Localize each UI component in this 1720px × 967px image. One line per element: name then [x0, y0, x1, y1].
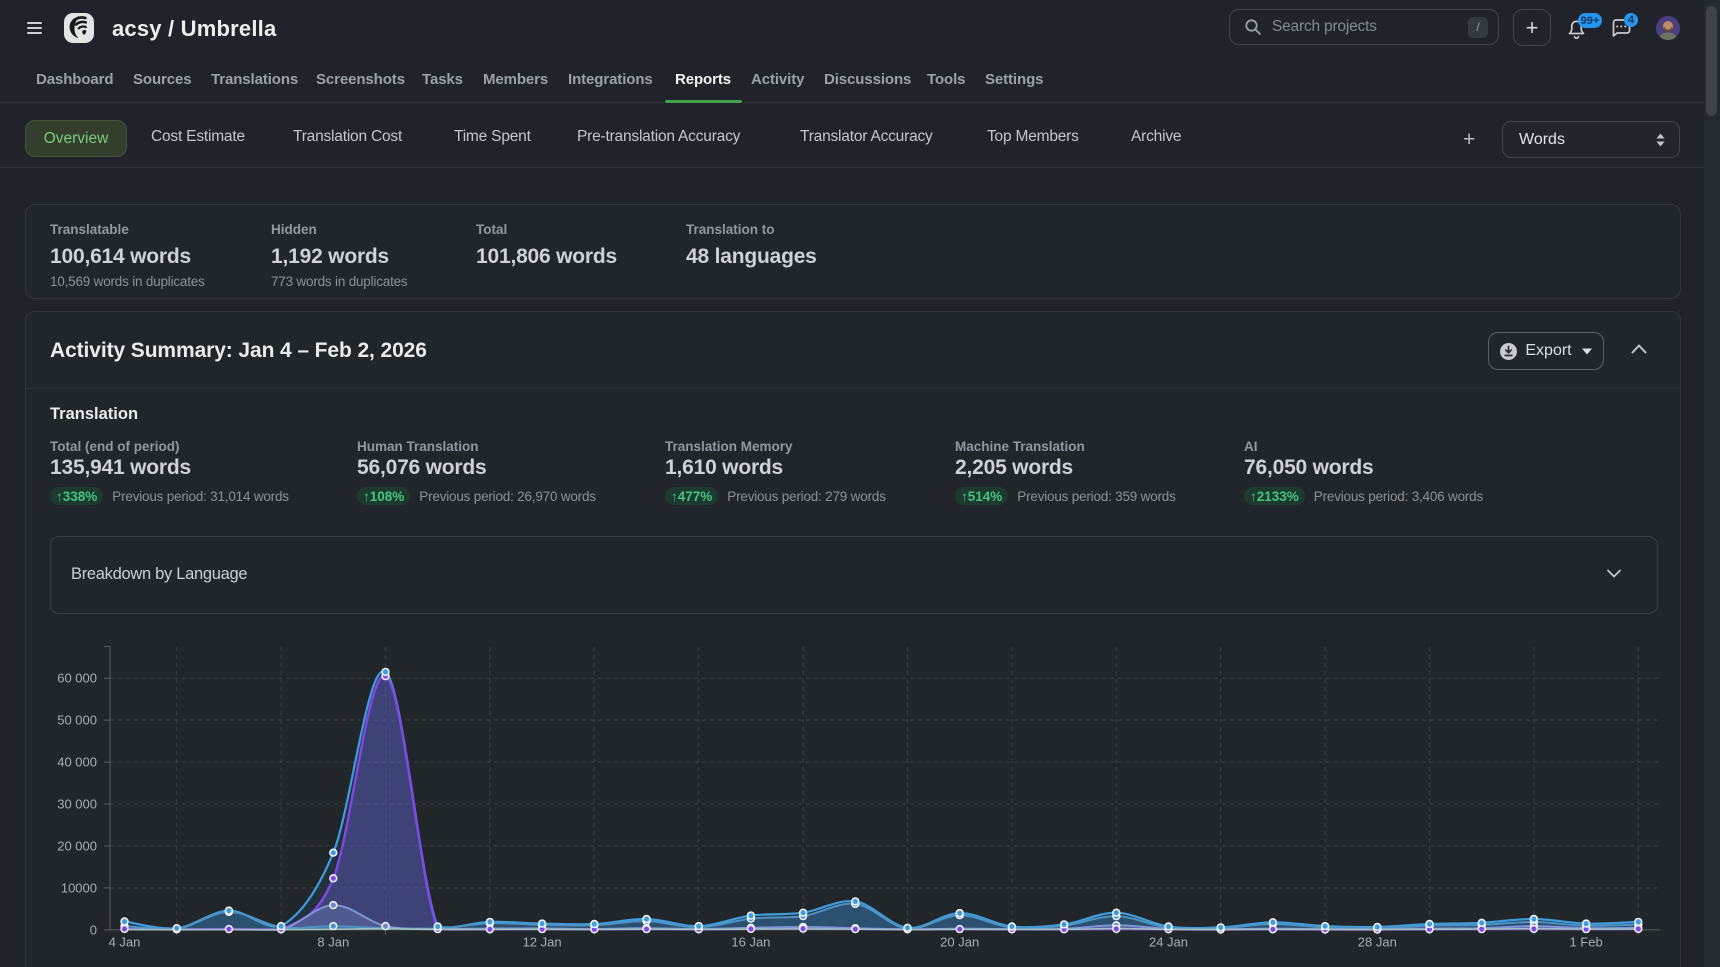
- svg-text:40 000: 40 000: [57, 755, 97, 770]
- svg-text:30 000: 30 000: [57, 797, 97, 812]
- svg-text:24 Jan: 24 Jan: [1149, 935, 1188, 950]
- svg-text:10000: 10000: [61, 880, 97, 895]
- svg-text:8 Jan: 8 Jan: [317, 935, 349, 950]
- svg-text:50 000: 50 000: [57, 713, 97, 728]
- svg-text:4 Jan: 4 Jan: [109, 935, 141, 950]
- svg-text:20 000: 20 000: [57, 839, 97, 854]
- svg-text:1 Feb: 1 Feb: [1569, 935, 1602, 950]
- svg-text:0: 0: [90, 922, 97, 937]
- svg-text:12 Jan: 12 Jan: [523, 935, 562, 950]
- svg-text:16 Jan: 16 Jan: [731, 935, 770, 950]
- svg-text:28 Jan: 28 Jan: [1358, 935, 1397, 950]
- svg-text:60 000: 60 000: [57, 671, 97, 686]
- svg-text:20 Jan: 20 Jan: [940, 935, 979, 950]
